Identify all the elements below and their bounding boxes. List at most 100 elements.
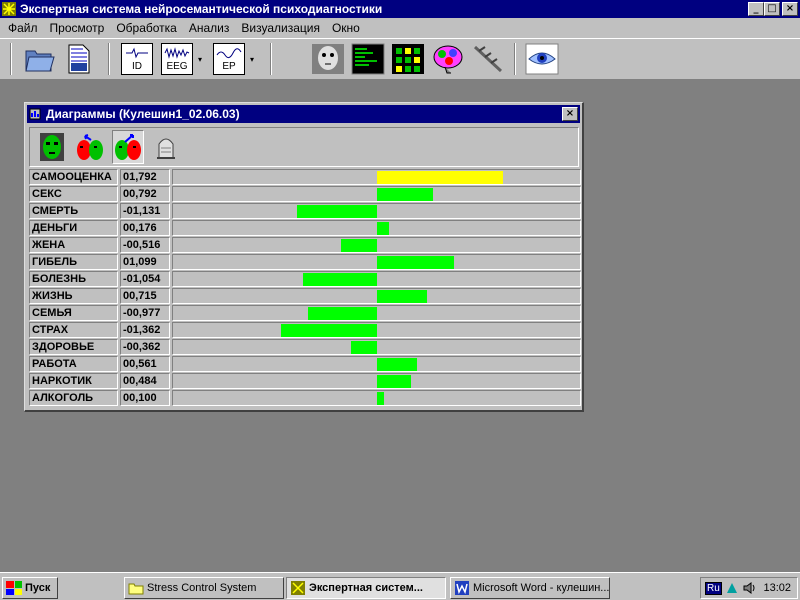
start-button[interactable]: Пуск xyxy=(2,577,58,599)
diagrams-toolbar xyxy=(29,127,579,167)
grid-map-button[interactable] xyxy=(390,42,426,76)
table-row: ДЕНЬГИ 00,176 xyxy=(29,220,581,237)
row-value: -01,054 xyxy=(120,271,170,287)
thimble-button[interactable] xyxy=(150,130,182,164)
task-label: Microsoft Word - кулешин.... xyxy=(473,582,610,594)
system-tray: Ru 13:02 xyxy=(700,577,798,599)
minimize-button[interactable]: _ xyxy=(748,2,764,16)
document-button[interactable] xyxy=(62,42,96,76)
id-icon: ID xyxy=(121,43,153,75)
table-row: РАБОТА 00,561 xyxy=(29,356,581,373)
bar xyxy=(377,171,504,184)
bar-cell xyxy=(172,288,581,304)
diagrams-title: Диаграммы (Кулешин1_02.06.03) xyxy=(46,107,240,121)
bar-cell xyxy=(172,203,581,219)
bar-cell xyxy=(172,271,581,287)
menu-bar: Файл Просмотр Обработка Анализ Визуализа… xyxy=(0,18,800,38)
document-icon xyxy=(68,44,90,74)
table-row: СЕМЬЯ -00,977 xyxy=(29,305,581,322)
face-red-arrow-icon xyxy=(115,134,141,160)
row-label: БОЛЕЗНЬ xyxy=(29,271,118,287)
task-label: Stress Control System xyxy=(147,582,257,594)
clock[interactable]: 13:02 xyxy=(763,582,791,594)
ep-label: EP xyxy=(222,61,236,72)
row-label: ЖИЗНЬ xyxy=(29,288,118,304)
bar xyxy=(377,222,390,235)
bar-cell xyxy=(172,220,581,236)
row-value: 00,484 xyxy=(120,373,170,389)
diagram-table: САМООЦЕНКА 01,792 СЕКС 00,792 СМЕРТЬ -01,131 Д… xyxy=(29,169,581,407)
id-button[interactable]: ID xyxy=(120,42,154,76)
row-label: ЗДОРОВЬЕ xyxy=(29,339,118,355)
table-row: ГИБЕЛЬ 01,099 xyxy=(29,254,581,271)
monitor-icon xyxy=(351,43,385,75)
tool-icon xyxy=(473,45,503,73)
bar xyxy=(297,205,377,218)
menu-analysis[interactable]: Анализ xyxy=(183,21,236,35)
row-label: АЛКОГОЛЬ xyxy=(29,390,118,406)
bar-cell xyxy=(172,390,581,406)
bar-cell xyxy=(172,237,581,253)
toolbar-separator xyxy=(10,43,12,75)
toolbar-separator xyxy=(514,43,516,75)
eeg-button[interactable]: EEG xyxy=(160,42,194,76)
table-row: СТРАХ -01,362 xyxy=(29,322,581,339)
app-icon xyxy=(2,2,16,16)
monitor-button[interactable] xyxy=(350,42,386,76)
bar xyxy=(377,188,433,201)
face-green-button[interactable] xyxy=(36,130,68,164)
face-button[interactable] xyxy=(310,42,346,76)
row-label: ГИБЕЛЬ xyxy=(29,254,118,270)
app-title-bar[interactable]: Экспертная система нейросемантической пс… xyxy=(0,0,800,18)
ep-button[interactable]: EP xyxy=(212,42,246,76)
face-red-arrow-button[interactable] xyxy=(112,130,144,164)
row-label: СЕМЬЯ xyxy=(29,305,118,321)
open-folder-button[interactable] xyxy=(22,42,58,76)
brain-button[interactable] xyxy=(430,42,466,76)
menu-visualization[interactable]: Визуализация xyxy=(235,21,326,35)
bar xyxy=(351,341,377,354)
row-label: РАБОТА xyxy=(29,356,118,372)
eeg-dropdown[interactable]: ▾ xyxy=(196,42,204,76)
bar xyxy=(377,392,385,405)
language-indicator[interactable]: Ru xyxy=(705,581,722,595)
diagrams-close-button[interactable]: × xyxy=(562,107,578,121)
bar xyxy=(308,307,377,320)
app-title: Экспертная система нейросемантической пс… xyxy=(20,2,383,16)
table-row: АЛКОГОЛЬ 00,100 xyxy=(29,390,581,407)
eye-icon xyxy=(525,43,559,75)
menu-window[interactable]: Окно xyxy=(326,21,366,35)
bar-cell xyxy=(172,373,581,389)
row-value: -00,516 xyxy=(120,237,170,253)
tool-button[interactable] xyxy=(470,42,506,76)
bar xyxy=(377,290,428,303)
volume-icon[interactable] xyxy=(742,581,756,595)
folder-icon xyxy=(128,583,144,595)
tray-app-icon[interactable] xyxy=(725,581,739,595)
bar xyxy=(377,358,417,371)
diagrams-window: Диаграммы (Кулешин1_02.06.03) × САМООЦЕН… xyxy=(24,102,584,412)
menu-view[interactable]: Просмотр xyxy=(44,21,111,35)
maximize-button[interactable]: □ xyxy=(764,2,780,16)
face-red-swap-button[interactable] xyxy=(74,130,106,164)
ep-dropdown[interactable]: ▾ xyxy=(248,42,256,76)
task-stress-control[interactable]: Stress Control System xyxy=(124,577,284,599)
task-label: Экспертная систем... xyxy=(309,582,423,594)
row-value: -00,362 xyxy=(120,339,170,355)
table-row: ЖИЗНЬ 00,715 xyxy=(29,288,581,305)
bar-cell xyxy=(172,169,581,185)
diagrams-title-bar[interactable]: Диаграммы (Кулешин1_02.06.03) × xyxy=(27,105,580,123)
row-label: СЕКС xyxy=(29,186,118,202)
close-button[interactable]: × xyxy=(782,2,798,16)
task-expert-system[interactable]: Экспертная систем... xyxy=(286,577,446,599)
row-value: 00,792 xyxy=(120,186,170,202)
eeg-icon: EEG xyxy=(161,43,193,75)
menu-file[interactable]: Файл xyxy=(2,21,44,35)
task-microsoft-word[interactable]: Microsoft Word - кулешин.... xyxy=(450,577,610,599)
table-row: САМООЦЕНКА 01,792 xyxy=(29,169,581,186)
menu-processing[interactable]: Обработка xyxy=(110,21,183,35)
open-folder-icon xyxy=(25,50,55,72)
eye-button[interactable] xyxy=(524,42,560,76)
row-value: 00,715 xyxy=(120,288,170,304)
windows-logo-icon xyxy=(6,581,22,595)
